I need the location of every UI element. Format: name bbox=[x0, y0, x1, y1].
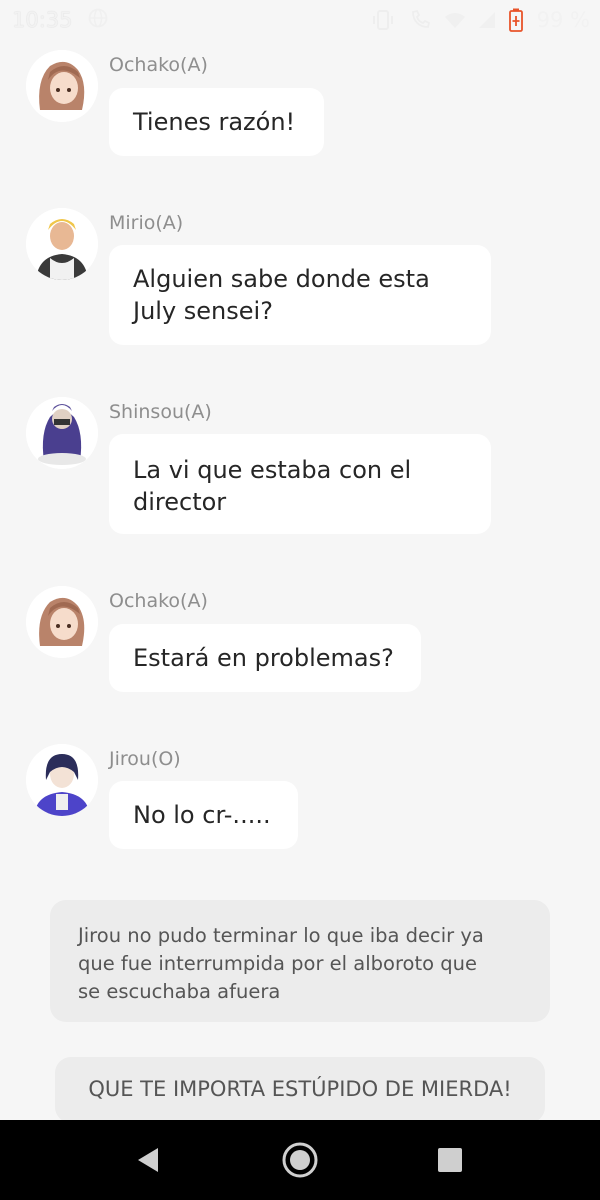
message-bubble[interactable]: No lo cr-..... bbox=[109, 781, 298, 849]
sender-name: Shinsou(A) bbox=[109, 401, 212, 423]
signal-icon bbox=[478, 12, 495, 28]
mirio-avatar[interactable] bbox=[26, 208, 98, 280]
shinsou-avatar[interactable] bbox=[26, 397, 98, 469]
message-text: director bbox=[133, 488, 227, 516]
battery-icon bbox=[508, 8, 523, 32]
narration-text: se escuchaba afuera bbox=[78, 980, 281, 1003]
sender-name: Mirio(A) bbox=[109, 212, 184, 234]
message-text: No lo cr-..... bbox=[133, 801, 271, 829]
narration-text: QUE TE IMPORTA ESTÚPIDO DE MIERDA! bbox=[88, 1077, 512, 1101]
status-time: 10:35 bbox=[12, 8, 73, 32]
wifi-icon bbox=[444, 13, 465, 28]
sender-name: Jirou(O) bbox=[109, 748, 181, 770]
status-icons: 99 % bbox=[371, 8, 590, 32]
message-bubble[interactable]: Alguien sabe donde esta July sensei? bbox=[109, 245, 491, 345]
battery-percent: 99 % bbox=[536, 8, 590, 32]
message-bubble[interactable]: La vi que estaba con el director bbox=[109, 434, 491, 534]
message-text: Alguien sabe donde esta bbox=[133, 265, 430, 293]
narration-box: QUE TE IMPORTA ESTÚPIDO DE MIERDA! bbox=[55, 1057, 545, 1123]
message-text: Tienes razón! bbox=[133, 108, 296, 136]
navigation-bar bbox=[0, 1120, 600, 1200]
message-bubble[interactable]: Tienes razón! bbox=[109, 88, 324, 156]
message-text: La vi que estaba con el bbox=[133, 456, 412, 484]
message-text: July sensei? bbox=[133, 297, 273, 325]
sender-name: Ochako(A) bbox=[109, 54, 208, 76]
recents-icon[interactable] bbox=[430, 1140, 470, 1180]
vibrate-icon bbox=[372, 10, 393, 30]
message-bubble[interactable]: Estará en problemas? bbox=[109, 624, 421, 692]
narration-text: que fue interrumpida por el alboroto que bbox=[78, 952, 477, 975]
call-icon bbox=[411, 9, 430, 28]
home-icon[interactable] bbox=[280, 1140, 320, 1180]
globe-icon bbox=[88, 8, 108, 28]
jirou-avatar[interactable] bbox=[26, 744, 98, 816]
back-icon[interactable] bbox=[128, 1140, 168, 1180]
narration-text: Jirou no pudo terminar lo que iba decir … bbox=[78, 924, 484, 947]
sender-name: Ochako(A) bbox=[109, 590, 208, 612]
ochako-avatar[interactable] bbox=[26, 50, 98, 122]
status-bar: 10:35 99 % bbox=[0, 0, 600, 40]
message-text: Estará en problemas? bbox=[133, 644, 394, 672]
ochako-avatar[interactable] bbox=[26, 586, 98, 658]
narration-box: Jirou no pudo terminar lo que iba decir … bbox=[50, 900, 550, 1022]
